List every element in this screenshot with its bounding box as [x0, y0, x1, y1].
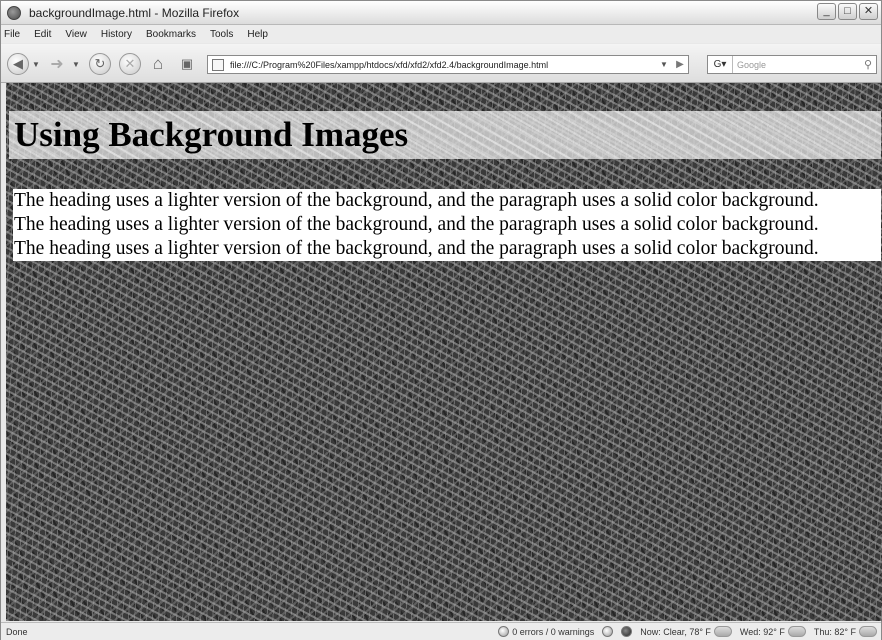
weather-thu-text: Thu: 82° F: [813, 626, 856, 637]
firefox-icon: [7, 5, 21, 20]
search-engine-selector[interactable]: G ▾: [708, 56, 733, 73]
clear-weather-icon: [713, 626, 732, 637]
url-bar[interactable]: file:///C:/Program%20Files/xampp/htdocs/…: [207, 55, 689, 74]
menu-bookmarks[interactable]: Bookmarks: [139, 29, 203, 40]
stop-icon[interactable]: ✕: [119, 53, 141, 75]
forward-history-dropdown[interactable]: ▼: [72, 60, 80, 69]
close-button[interactable]: ✕: [859, 3, 878, 20]
go-arrow-icon[interactable]: ▶: [672, 59, 688, 70]
status-text: Done: [6, 626, 28, 637]
title-bar: backgroundImage.html - Mozilla Firefox _…: [1, 1, 881, 25]
weather-now-text: Now: Clear, 78° F: [640, 626, 711, 637]
weather-thu[interactable]: Thu: 82° F: [814, 626, 877, 637]
search-input[interactable]: Google: [737, 60, 860, 70]
errors-text: 0 errors / 0 warnings: [512, 626, 595, 637]
page-heading: Using Background Images: [9, 111, 881, 159]
url-text[interactable]: file:///C:/Program%20Files/xampp/htdocs/…: [230, 60, 656, 70]
window-title: backgroundImage.html - Mozilla Firefox: [29, 5, 240, 20]
search-engine-label: G: [713, 59, 722, 70]
page-favicon-icon: [212, 58, 224, 71]
menu-file[interactable]: File: [1, 29, 27, 40]
back-arrow-icon[interactable]: ◀: [7, 53, 29, 75]
url-history-dropdown[interactable]: ▼: [656, 60, 672, 69]
browser-window: backgroundImage.html - Mozilla Firefox _…: [0, 0, 882, 640]
status-indicators: 0 errors / 0 warnings Now: Clear, 78° F …: [498, 623, 877, 640]
paragraph-line: The heading uses a lighter version of th…: [14, 190, 819, 211]
menu-tools[interactable]: Tools: [203, 29, 240, 40]
weather-wed-text: Wed: 92° F: [739, 626, 785, 637]
window-controls: _ □ ✕: [817, 3, 878, 20]
search-icon[interactable]: ⚲: [860, 58, 876, 71]
weather-wed[interactable]: Wed: 92° F: [740, 626, 806, 637]
page-content: Using Background Images The heading uses…: [6, 83, 882, 621]
addon-dark-icon[interactable]: [621, 626, 633, 637]
error-console-indicator[interactable]: 0 errors / 0 warnings: [498, 626, 594, 637]
cloud-weather-icon: [787, 626, 806, 637]
forward-arrow-icon[interactable]: ➜: [45, 54, 69, 74]
check-icon: [498, 626, 510, 637]
maximize-button[interactable]: □: [838, 3, 857, 20]
paragraph-line: The heading uses a lighter version of th…: [14, 214, 819, 235]
paragraph-line: The heading uses a lighter version of th…: [14, 238, 819, 259]
menu-history[interactable]: History: [94, 29, 139, 40]
minimize-button[interactable]: _: [817, 3, 836, 20]
navigation-toolbar: ◀ ▼ ➜ ▼ ↻ ✕ ⌂ ▣ file:///C:/Program%20Fil…: [1, 44, 881, 83]
menu-edit[interactable]: Edit: [27, 29, 58, 40]
menu-bar: File Edit View History Bookmarks Tools H…: [1, 25, 881, 43]
cloud-weather-icon: [859, 626, 877, 637]
menu-view[interactable]: View: [58, 29, 94, 40]
back-history-dropdown[interactable]: ▼: [32, 60, 40, 69]
status-bar: Done 0 errors / 0 warnings Now: Clear, 7…: [1, 622, 881, 640]
home-icon[interactable]: ⌂: [147, 54, 169, 74]
addon-icon[interactable]: [602, 626, 614, 637]
reload-icon[interactable]: ↻: [89, 53, 111, 75]
weather-now[interactable]: Now: Clear, 78° F: [640, 626, 732, 637]
search-bar[interactable]: G ▾ Google ⚲: [707, 55, 877, 74]
page-paragraph: The heading uses a lighter version of th…: [13, 189, 881, 261]
menu-help[interactable]: Help: [240, 29, 275, 40]
bookmark-page-icon[interactable]: ▣: [177, 54, 197, 74]
